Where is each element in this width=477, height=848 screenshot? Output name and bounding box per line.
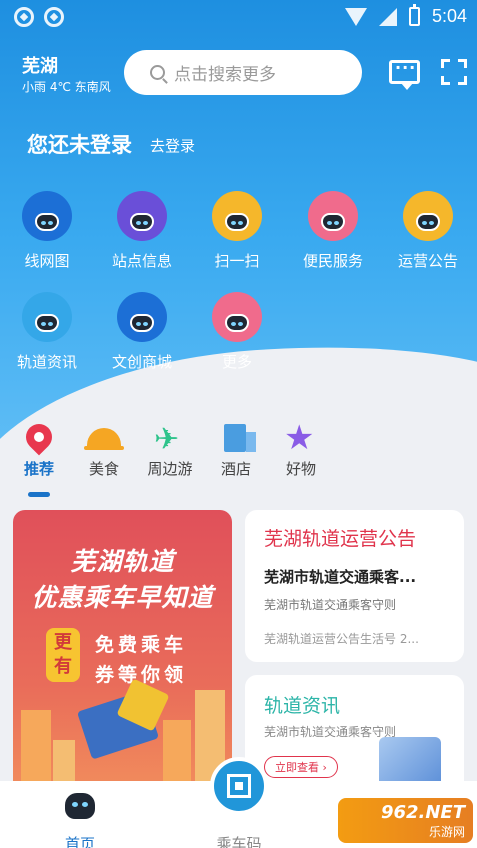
station-illustration [379, 737, 441, 787]
weather-info: 小雨 4℃ 东南风 [22, 80, 111, 94]
login-link[interactable]: 去登录 [150, 135, 195, 156]
line-map-icon [22, 191, 72, 241]
notice-item[interactable]: 芜湖市轨道交通乘客... [264, 566, 449, 587]
promo-offer-line1: 免费乘车 [95, 634, 188, 656]
grid-item-station-info[interactable]: 站点信息 [97, 191, 187, 271]
notices-icon [403, 191, 453, 241]
cloche-icon [84, 428, 124, 450]
home-robot-icon [65, 793, 95, 819]
search-bar[interactable]: 点击搜索更多 [124, 50, 362, 95]
qr-code-button[interactable] [210, 757, 268, 815]
more-icon [212, 292, 262, 342]
star-icon: ★ [284, 418, 315, 458]
clock: 5:04 [431, 6, 467, 26]
grid-item-scan[interactable]: 扫一扫 [192, 191, 282, 271]
grid-item-notices[interactable]: 运营公告 [383, 191, 473, 271]
notice-card-title: 芜湖轨道运营公告 [264, 528, 417, 550]
map-pin-icon [20, 418, 58, 456]
city-name[interactable]: 芜湖 [22, 52, 58, 78]
news-card-subtitle: 芜湖市轨道交通乘客守则 [264, 725, 397, 739]
notice-item[interactable]: 芜湖市轨道交通乘客守则 [264, 596, 449, 613]
battery-icon [408, 4, 420, 26]
scan-icon[interactable] [441, 59, 467, 85]
notification-icon [14, 7, 34, 27]
category-tab-travel[interactable]: ✈ 周边游 [140, 420, 200, 479]
grid-item-line-map[interactable]: 线网图 [2, 191, 92, 271]
notice-card[interactable]: 芜湖轨道运营公告 芜湖市轨道交通乘客... 芜湖市轨道交通乘客守则 芜湖轨道运营… [245, 510, 464, 662]
notice-item[interactable]: 芜湖轨道运营公告生活号 2... [264, 630, 449, 647]
hotel-icon [224, 424, 256, 452]
wifi-icon [344, 7, 367, 26]
plane-icon: ✈ [154, 422, 180, 457]
grid-item-shop[interactable]: 文创商城 [97, 292, 187, 372]
scan-robot-icon [212, 191, 262, 241]
promo-banner[interactable]: 芜湖轨道 优惠乘车早知道 更有 免费乘车 券等你领 [13, 510, 232, 800]
search-icon [150, 65, 165, 80]
tab-home[interactable]: 首页 [30, 793, 130, 848]
active-tab-indicator [28, 492, 50, 497]
promo-title: 芜湖轨道 [70, 547, 175, 576]
category-tab-goods[interactable]: ★ 好物 [271, 418, 331, 479]
qr-code-icon [227, 774, 251, 798]
message-icon[interactable] [389, 58, 420, 90]
watermark-logo: 962.NET 乐游网 [338, 798, 473, 843]
category-tab-hotel[interactable]: 酒店 [206, 420, 266, 479]
promo-offer-line2: 券等你领 [95, 664, 188, 686]
search-placeholder: 点击搜索更多 [174, 65, 276, 85]
promo-subtitle: 优惠乘车早知道 [31, 583, 214, 612]
status-bar: 5:04 [0, 0, 477, 34]
category-tab-recommend[interactable]: 推荐 [9, 418, 69, 479]
login-status: 您还未登录 [27, 133, 132, 157]
grid-item-services[interactable]: 便民服务 [288, 191, 378, 271]
signal-icon [378, 7, 397, 26]
grid-item-more[interactable]: 更多 [192, 292, 282, 372]
shop-icon [117, 292, 167, 342]
station-info-icon [117, 191, 167, 241]
view-now-button[interactable]: 立即查看 › [264, 756, 338, 778]
grid-item-rail-news[interactable]: 轨道资讯 [2, 292, 92, 372]
category-tab-food[interactable]: 美食 [74, 420, 134, 479]
notification-icon [44, 7, 64, 27]
news-card-title: 轨道资讯 [264, 695, 341, 717]
services-icon [308, 191, 358, 241]
promo-badge: 更有 [46, 628, 80, 682]
rail-news-icon [22, 292, 72, 342]
